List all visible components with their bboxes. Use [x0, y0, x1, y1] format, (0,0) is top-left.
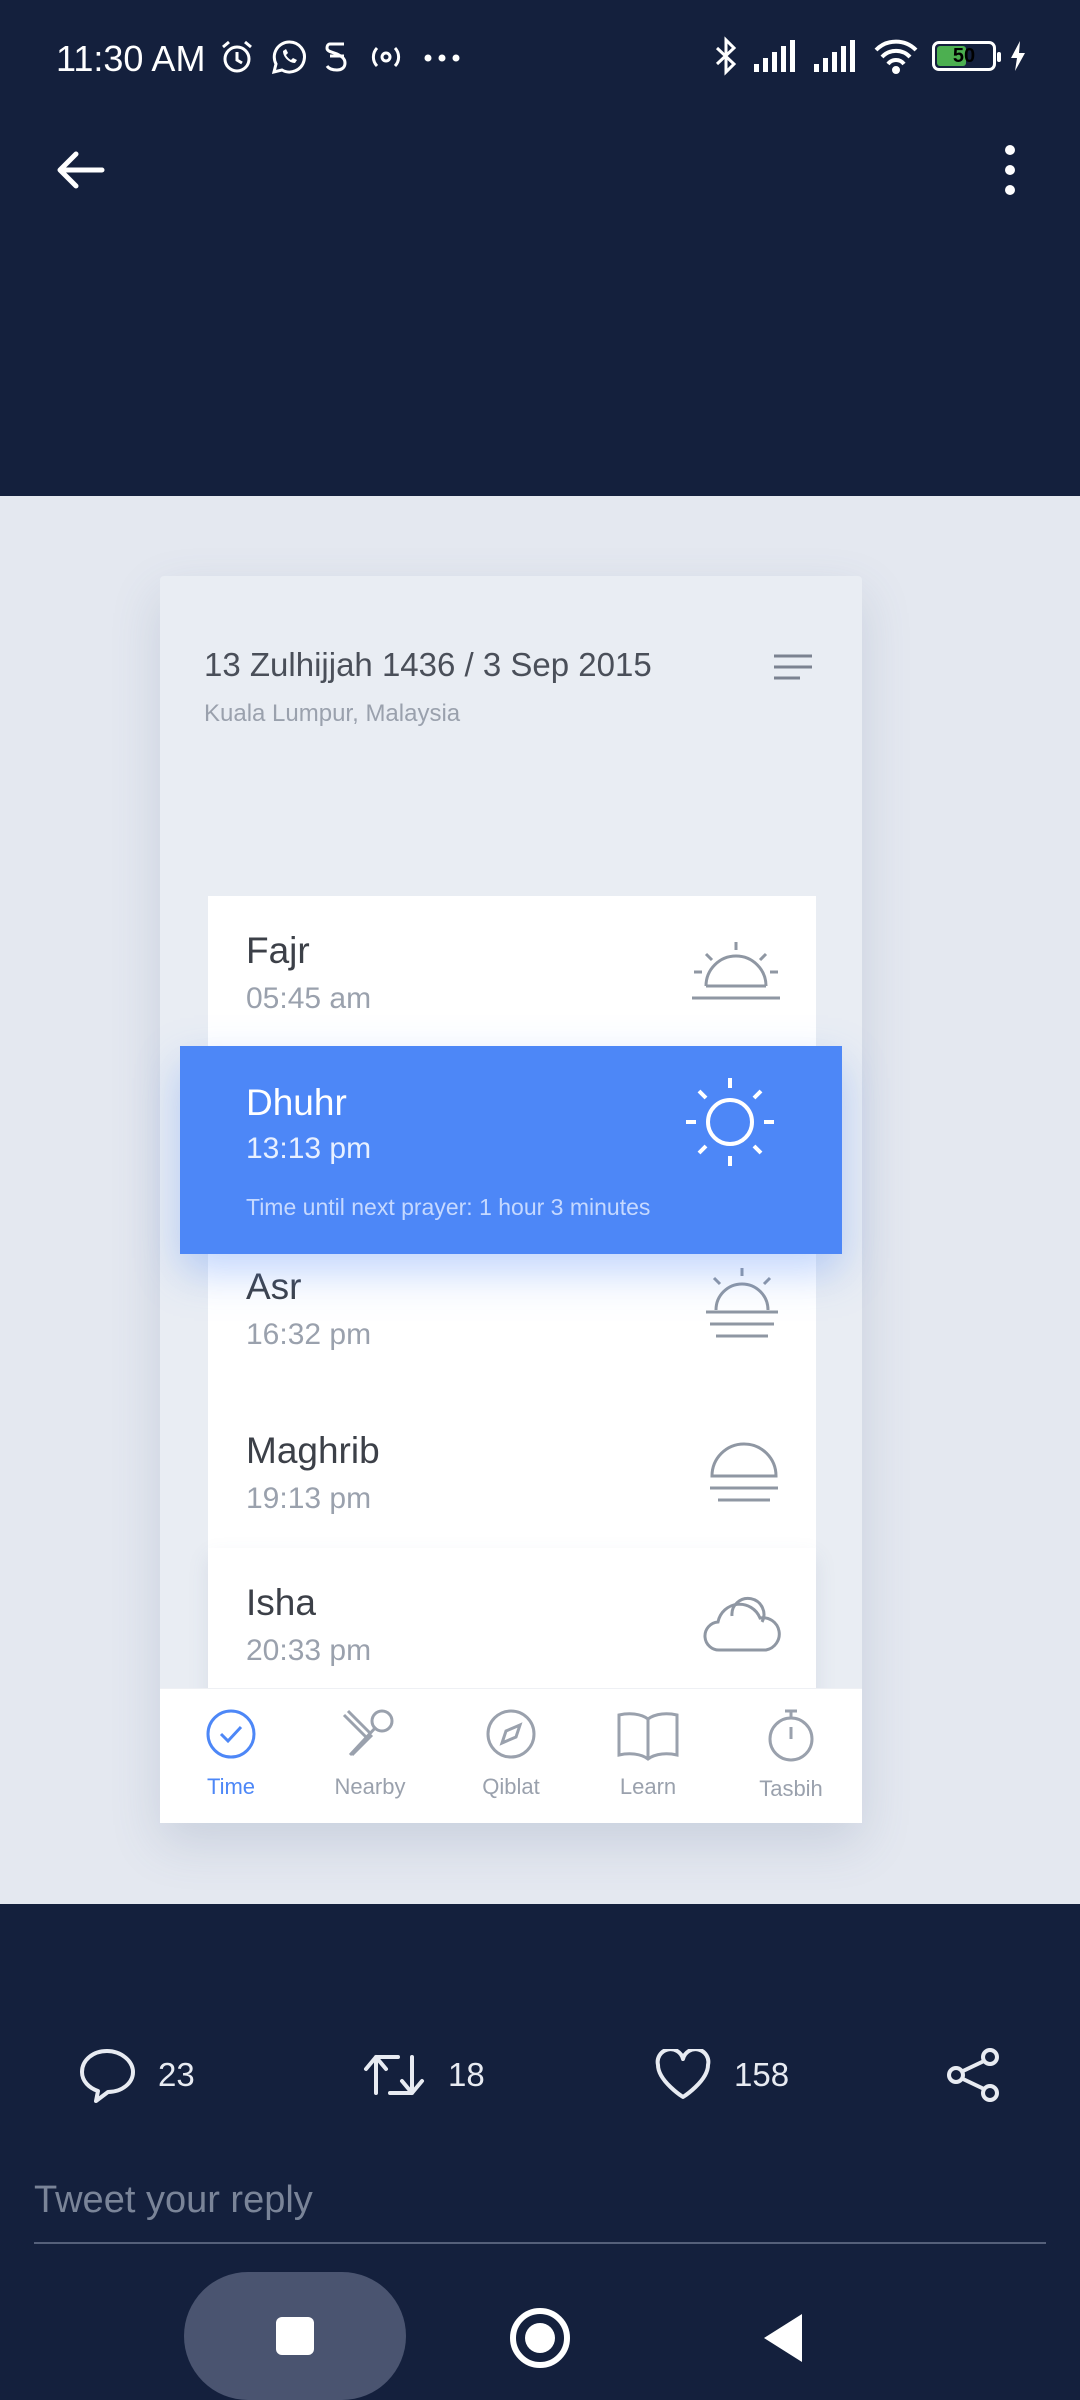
reply-button[interactable]: 23 [78, 2040, 195, 2110]
prayer-app-mockup: 13 Zulhijjah 1436 / 3 Sep 2015 Kuala Lum… [160, 576, 862, 1823]
tab-label: Learn [619, 1774, 677, 1799]
prayer-name: Isha [246, 1582, 316, 1623]
battery-percent: 50 [952, 45, 976, 67]
battery-icon: 50 [932, 41, 1001, 71]
share-button[interactable] [944, 2040, 1002, 2110]
bluetooth-icon [715, 36, 737, 76]
prayer-card-fajr: Fajr 05:45 am [208, 896, 816, 1048]
prayer-card-asr: Asr 16:32 pm [208, 1246, 816, 1398]
triangle-back-icon [764, 2314, 802, 2362]
system-back-button[interactable] [752, 2304, 820, 2372]
stopwatch-icon [768, 1709, 814, 1762]
like-count: 158 [734, 2056, 790, 2093]
tab-time: Time [171, 1707, 291, 1800]
app-tab-bar: Time Nearby Qiblat Learn Tasbih [160, 1688, 862, 1823]
sunset-icon [710, 1442, 778, 1502]
utensils-icon [342, 1709, 394, 1757]
tab-nearby: Nearby [310, 1707, 430, 1800]
recent-apps-button[interactable] [184, 2272, 406, 2400]
tab-label: Time [206, 1774, 256, 1799]
next-prayer-note: Time until next prayer: 1 hour 3 minutes [246, 1194, 651, 1220]
arrow-left-icon [57, 151, 105, 189]
more-vertical-icon [1005, 145, 1015, 195]
status-time: 11:30 AM [56, 38, 206, 79]
hamburger-menu-icon [774, 654, 812, 680]
signal-icon [814, 40, 855, 72]
whatsapp-icon [271, 40, 306, 75]
share-icon [947, 2048, 999, 2102]
date-label: 13 Zulhijjah 1436 / 3 Sep 2015 [204, 646, 652, 683]
more-dots-icon [424, 54, 460, 62]
book-icon [617, 1712, 679, 1761]
status-bar: 11:30 AM 50 [0, 0, 1080, 120]
sunrise-icon [692, 942, 780, 1000]
tab-learn: Learn [588, 1707, 708, 1800]
wifi-icon [874, 39, 918, 74]
clock-check-icon [206, 1709, 256, 1759]
prayer-name: Maghrib [246, 1430, 380, 1471]
tab-label: Nearby [334, 1774, 406, 1799]
prayer-name: Fajr [246, 930, 310, 971]
home-button[interactable] [506, 2304, 574, 2372]
comment-icon [80, 2049, 135, 2103]
sun-icon [686, 1078, 774, 1166]
tab-qiblat: Qiblat [451, 1707, 571, 1800]
prayer-time: 20:33 pm [246, 1634, 372, 1667]
like-button[interactable]: 158 [654, 2040, 789, 2110]
prayer-time: 05:45 am [246, 982, 372, 1015]
back-button[interactable] [40, 130, 120, 210]
prayer-card-isha: Isha 20:33 pm [208, 1548, 816, 1702]
prayer-name: Dhuhr [246, 1082, 347, 1123]
heart-icon [655, 2049, 711, 2099]
tab-label: Tasbih [759, 1776, 823, 1801]
prayer-time: 13:13 pm [246, 1132, 372, 1165]
prayer-time: 19:13 pm [246, 1482, 372, 1515]
more-options-button[interactable] [970, 130, 1050, 210]
tweet-actions: 23 18 158 [0, 2040, 1080, 2110]
compass-icon [486, 1709, 536, 1759]
tweet-media-image[interactable]: 13 Zulhijjah 1436 / 3 Sep 2015 Kuala Lum… [0, 496, 1080, 1904]
sim-icon [325, 42, 347, 72]
charging-icon [1011, 41, 1025, 71]
prayer-time: 16:32 pm [246, 1318, 372, 1351]
tab-label: Qiblat [482, 1774, 540, 1799]
reply-input[interactable] [34, 2170, 1046, 2230]
reply-field[interactable] [34, 2170, 1046, 2244]
prayer-name: Asr [246, 1266, 302, 1307]
cloud-icon [703, 1596, 781, 1652]
square-icon [276, 2317, 314, 2355]
system-nav-bar [0, 2260, 1080, 2400]
alarm-icon [222, 40, 252, 73]
location-label: Kuala Lumpur, Malaysia [204, 700, 461, 727]
tab-tasbih: Tasbih [731, 1707, 851, 1802]
reply-count: 23 [158, 2056, 195, 2093]
prayer-card-maghrib: Maghrib 19:13 pm [208, 1396, 816, 1550]
signal-icon [754, 40, 795, 72]
sun-horizon-icon [706, 1268, 778, 1338]
circle-home-icon [510, 2308, 570, 2368]
prayer-card-dhuhr-active: Dhuhr 13:13 pm Time until next prayer: 1… [180, 1046, 842, 1254]
retweet-count: 18 [448, 2056, 485, 2093]
retweet-button[interactable]: 18 [362, 2040, 485, 2110]
retweet-icon [364, 2055, 424, 2095]
hotspot-icon [371, 46, 401, 68]
